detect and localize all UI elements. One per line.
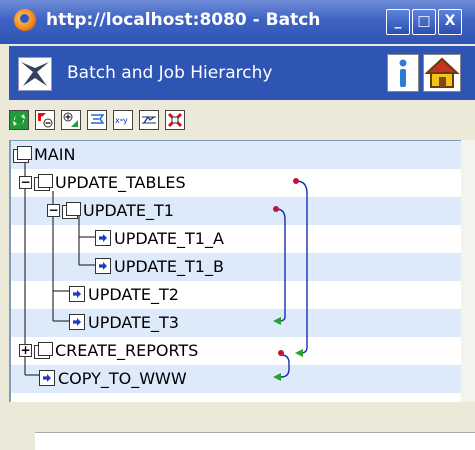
- expand-button[interactable]: [61, 110, 81, 130]
- filter-button[interactable]: [87, 110, 107, 130]
- job-icon: [39, 370, 55, 386]
- status-field[interactable]: [35, 432, 475, 450]
- job-icon: [95, 258, 111, 274]
- xy-icon: xy: [115, 116, 128, 125]
- collapse-toggle[interactable]: −: [47, 203, 60, 217]
- tree-node[interactable]: MAIN: [13, 144, 75, 164]
- job-group-icon: [34, 342, 53, 359]
- job-icon: [69, 314, 85, 330]
- info-button[interactable]: [387, 54, 419, 92]
- vertical-scrollbar[interactable]: [461, 140, 475, 402]
- refresh-button[interactable]: [9, 110, 29, 130]
- maximize-button[interactable]: □: [412, 9, 436, 35]
- tree-node[interactable]: COPY_TO_WWW: [39, 368, 187, 388]
- job-icon: [69, 286, 85, 302]
- schedule-button[interactable]: [139, 110, 159, 130]
- delete-button[interactable]: [165, 110, 185, 130]
- collapse-button[interactable]: [35, 110, 55, 130]
- collapse-icon: [38, 113, 53, 128]
- collapse-toggle[interactable]: −: [19, 175, 32, 189]
- page-title: Batch and Job Hierarchy: [67, 63, 273, 83]
- job-group-icon: [13, 146, 32, 163]
- status-area: [9, 402, 475, 450]
- delete-icon: [167, 112, 183, 128]
- home-icon: [424, 57, 460, 88]
- tree-node-label: UPDATE_T1_A: [114, 228, 224, 248]
- window-title: http://localhost:8080 - Batch: [46, 10, 321, 30]
- close-button[interactable]: X: [438, 9, 462, 35]
- app-header: Batch and Job Hierarchy: [9, 46, 475, 100]
- schedule-icon: [142, 115, 156, 124]
- tree-node[interactable]: + CREATE_REPORTS: [19, 340, 198, 360]
- tree-node[interactable]: UPDATE_T1_B: [95, 256, 224, 276]
- app-logo-icon: [18, 57, 52, 91]
- tree-node[interactable]: UPDATE_T3: [69, 312, 179, 332]
- tree-node-label: UPDATE_T3: [88, 312, 179, 332]
- job-group-icon: [62, 202, 81, 219]
- info-icon: [399, 59, 407, 87]
- tree-node-label: UPDATE_T1: [83, 200, 174, 220]
- filter-icon: [91, 114, 105, 124]
- tree-node-label: UPDATE_T1_B: [114, 256, 224, 276]
- tree-node-label: COPY_TO_WWW: [58, 368, 187, 388]
- svg-text:y: y: [123, 116, 128, 125]
- expand-toggle[interactable]: +: [19, 343, 32, 357]
- browser-window: http://localhost:8080 - Batch _ □ X Batc…: [0, 0, 475, 450]
- tree-node-label: UPDATE_TABLES: [55, 172, 186, 192]
- tree-node-label: CREATE_REPORTS: [55, 340, 199, 360]
- tree-node[interactable]: UPDATE_T2: [69, 284, 179, 304]
- job-icon: [95, 230, 111, 246]
- title-bar[interactable]: http://localhost:8080 - Batch _ □ X: [0, 0, 475, 44]
- xy-button[interactable]: xy: [113, 110, 133, 130]
- tree-node[interactable]: UPDATE_T1_A: [95, 228, 224, 248]
- tree-node-label: MAIN: [34, 144, 76, 164]
- tree-node-label: UPDATE_T2: [88, 284, 179, 304]
- refresh-icon: [13, 114, 25, 126]
- svg-text:x: x: [115, 116, 120, 125]
- job-tree[interactable]: MAIN − UPDATE_TABLES − UPDATE_T1 UPDATE_…: [9, 140, 463, 403]
- job-group-icon: [34, 174, 53, 191]
- home-button[interactable]: [423, 54, 461, 92]
- minimize-button[interactable]: _: [386, 9, 410, 35]
- tree-node[interactable]: − UPDATE_T1: [47, 200, 174, 220]
- browser-logo-icon: [14, 9, 36, 31]
- tree-node[interactable]: − UPDATE_TABLES: [19, 172, 186, 192]
- toolbar: xy: [9, 100, 475, 140]
- expand-icon: [63, 112, 78, 127]
